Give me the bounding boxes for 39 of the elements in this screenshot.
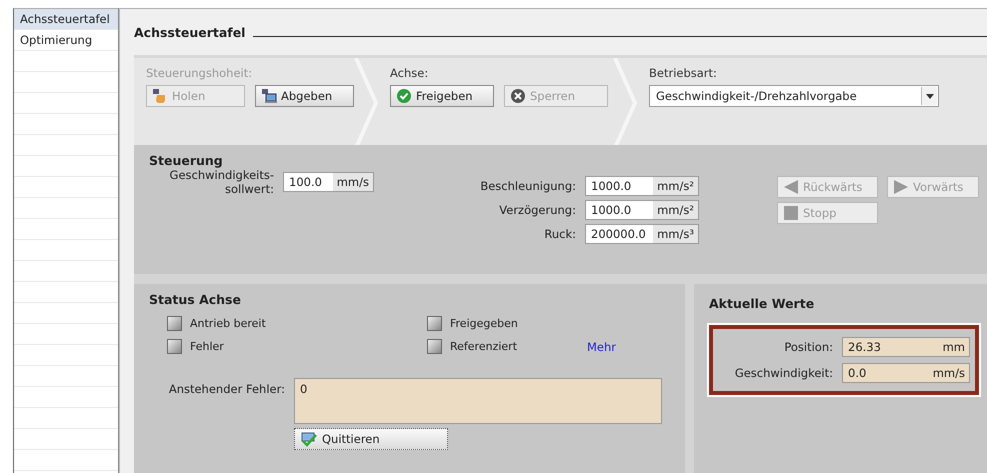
field-label: Ruck: bbox=[544, 227, 576, 241]
mode-dropdown[interactable]: Geschwindigkeit-/Drehzahlvorgabe bbox=[649, 85, 939, 107]
computer-icon bbox=[261, 88, 277, 104]
enable-button[interactable]: Freigeben bbox=[390, 85, 494, 107]
checkbox-label: Freigegeben bbox=[450, 317, 518, 330]
right-triangle-icon bbox=[893, 179, 909, 195]
left-triangle-icon bbox=[783, 179, 799, 195]
setpoint-input[interactable]: 100.0 mm/s bbox=[283, 172, 374, 192]
field-label: Geschwindigkeit: bbox=[734, 366, 833, 380]
square-icon bbox=[783, 205, 799, 221]
more-link[interactable]: Mehr bbox=[587, 340, 647, 354]
dropdown-arrow-icon bbox=[926, 94, 934, 98]
checkbox-label: Antrieb bereit bbox=[190, 317, 266, 330]
value-input[interactable]: 1000.0 mm/s² bbox=[585, 176, 699, 196]
value-display: 26.33 mm bbox=[842, 337, 970, 357]
checkbox-label: Referenziert bbox=[450, 340, 518, 353]
section-title: Status Achse bbox=[149, 292, 242, 307]
section-title: Aktuelle Werte bbox=[709, 296, 816, 311]
checkbox-label: Fehler bbox=[190, 340, 224, 353]
panel-title: Achssteuertafel bbox=[134, 24, 246, 40]
hand-icon bbox=[152, 88, 168, 104]
field-label: Verzögerung: bbox=[499, 203, 576, 217]
field-label: Geschwindigkeits- sollwert: bbox=[168, 168, 274, 196]
error-field: 0 bbox=[294, 378, 662, 424]
value-input[interactable]: 200000.0 mm/s³ bbox=[585, 224, 699, 244]
check-icon bbox=[396, 88, 412, 104]
section-label: Betriebsart: bbox=[649, 66, 718, 80]
section-title: Steuerung bbox=[149, 153, 224, 168]
value-display: 0.0 mm/s bbox=[842, 363, 970, 383]
field-label: Anstehender Fehler: bbox=[168, 381, 285, 398]
section-label: Steuerungshoheit: bbox=[146, 66, 254, 80]
close-icon bbox=[510, 88, 526, 104]
acknowledge-button[interactable]: Quittieren bbox=[294, 428, 448, 450]
section-label: Achse: bbox=[390, 66, 430, 80]
sidebar-item[interactable]: Achssteuertafel bbox=[14, 9, 118, 30]
field-label: Position: bbox=[783, 340, 833, 354]
checkmark-stack-icon bbox=[300, 431, 318, 447]
field-label: Beschleunigung: bbox=[480, 179, 576, 193]
value-input[interactable]: 1000.0 mm/s² bbox=[585, 200, 699, 220]
